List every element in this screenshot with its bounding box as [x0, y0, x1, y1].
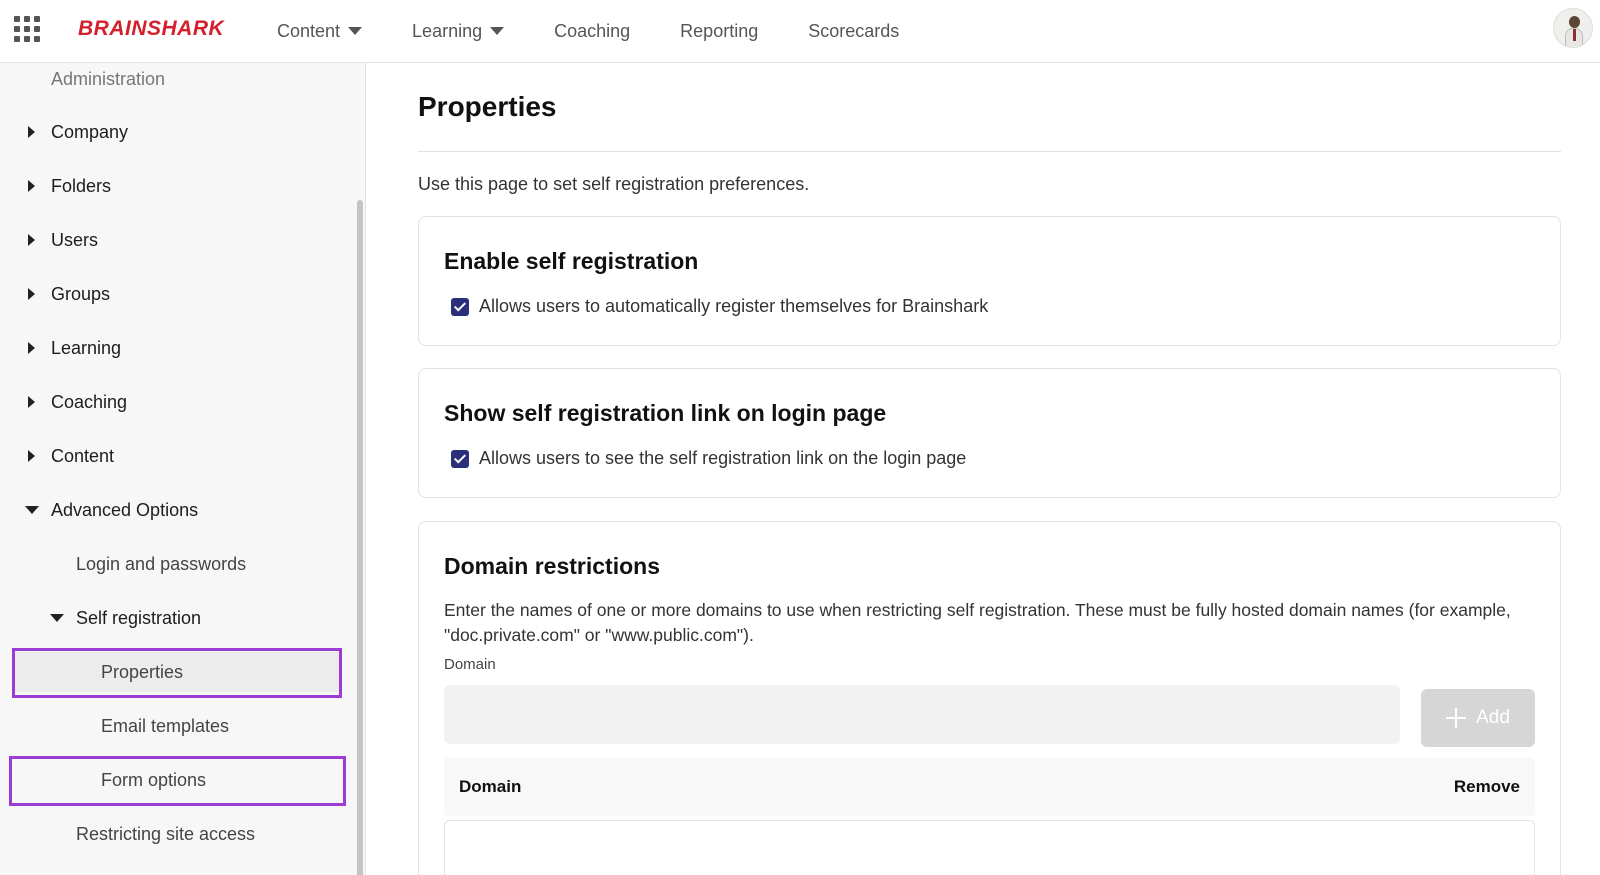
sidebar-item-label: Restricting site access — [76, 823, 256, 844]
sidebar-scrollbar[interactable] — [357, 200, 363, 875]
caret-right-icon — [28, 180, 35, 192]
page-title: Properties — [418, 91, 557, 122]
domain-restrictions-description: Enter the names of one or more domains t… — [444, 600, 1511, 645]
card-title: Show self registration link on login pag… — [444, 400, 887, 426]
top-navigation-bar: BRAINSHARK Content Learning Coaching Rep… — [0, 0, 1600, 63]
caret-right-icon — [28, 126, 35, 138]
card-title: Domain restrictions — [444, 553, 660, 579]
sidebar-item-restricting-site-access[interactable]: Restricting site access — [0, 814, 350, 854]
sidebar-item-label: Users — [51, 229, 99, 250]
sidebar-item-label: Email templates — [101, 715, 230, 736]
sidebar-item-label: Self registration — [76, 607, 202, 628]
user-avatar[interactable] — [1553, 8, 1593, 48]
sidebar-item-label: Learning — [51, 337, 122, 358]
sidebar-item-users[interactable]: Users — [0, 220, 350, 260]
nav-learning[interactable]: Learning — [412, 20, 505, 42]
enable-self-registration-card: Enable self registration Allows users to… — [418, 216, 1561, 346]
main-content: Properties Use this page to set self reg… — [367, 63, 1600, 875]
avatar-tie-shape — [1573, 29, 1576, 41]
column-header-domain: Domain — [459, 777, 522, 796]
page-description: Use this page to set self registration p… — [418, 174, 810, 194]
add-domain-button[interactable]: Add — [1421, 689, 1535, 747]
nav-coaching-label: Coaching — [554, 20, 631, 41]
caret-right-icon — [28, 342, 35, 354]
caret-right-icon — [28, 288, 35, 300]
chevron-down-icon — [348, 27, 363, 35]
sidebar-item-label: Coaching — [51, 391, 128, 412]
column-header-remove: Remove — [1453, 777, 1520, 796]
sidebar-item-properties[interactable]: Properties — [14, 652, 340, 692]
nav-learning-label: Learning — [412, 20, 483, 41]
sidebar-item-groups[interactable]: Groups — [0, 274, 350, 314]
enable-self-registration-checkbox[interactable]: Allows users to automatically register t… — [451, 296, 988, 317]
sidebar-item-login-passwords[interactable]: Login and passwords — [0, 544, 350, 584]
caret-down-icon — [50, 614, 64, 622]
show-registration-link-checkbox[interactable]: Allows users to see the self registratio… — [451, 448, 966, 469]
nav-scorecards[interactable]: Scorecards — [808, 21, 899, 42]
avatar-head-shape — [1569, 16, 1580, 28]
caret-right-icon — [28, 234, 35, 246]
nav-coaching[interactable]: Coaching — [554, 21, 630, 42]
caret-right-icon — [28, 450, 35, 462]
chevron-down-icon — [490, 27, 505, 35]
checkbox-checked-icon[interactable] — [451, 449, 469, 468]
domain-input[interactable] — [444, 685, 1400, 744]
domain-field-label: Domain — [444, 656, 496, 673]
sidebar-item-label: Folders — [51, 175, 112, 196]
caret-down-icon — [25, 506, 39, 514]
checkbox-label: Allows users to see the self registratio… — [479, 448, 967, 468]
show-registration-link-card: Show self registration link on login pag… — [418, 368, 1561, 498]
sidebar-item-company[interactable]: Company — [0, 112, 350, 152]
sidebar-item-email-templates[interactable]: Email templates — [0, 706, 350, 746]
sidebar-section-title: Administration — [51, 69, 166, 89]
checkbox-checked-icon[interactable] — [451, 297, 469, 316]
nav-scorecards-label: Scorecards — [808, 20, 900, 41]
add-button-label: Add — [1476, 707, 1510, 728]
main-nav: Content Learning Coaching Reporting Scor… — [277, 0, 949, 62]
domain-table-header: Domain Remove — [444, 758, 1535, 816]
sidebar-item-label: Company — [51, 121, 129, 142]
nav-content-label: Content — [277, 20, 341, 41]
title-divider — [418, 151, 1561, 152]
app-launcher-grid-icon[interactable] — [14, 16, 40, 42]
sidebar-item-label: Login and passwords — [76, 553, 247, 574]
card-title: Enable self registration — [444, 248, 699, 274]
sidebar-item-label: Properties — [101, 661, 184, 682]
sidebar-item-learning[interactable]: Learning — [0, 328, 350, 368]
sidebar-item-label: Advanced Options — [51, 499, 199, 520]
sidebar-item-label: Content — [51, 445, 115, 466]
nav-reporting-label: Reporting — [680, 20, 759, 41]
sidebar-item-form-options[interactable]: Form options — [0, 760, 350, 800]
plus-icon — [1446, 708, 1467, 728]
nav-content[interactable]: Content — [277, 20, 363, 42]
brainshark-logo[interactable]: BRAINSHARK — [78, 17, 224, 41]
sidebar-item-folders[interactable]: Folders — [0, 166, 350, 206]
nav-reporting[interactable]: Reporting — [680, 21, 758, 42]
caret-right-icon — [28, 396, 35, 408]
domain-table-body — [444, 820, 1535, 875]
sidebar-item-label: Form options — [101, 769, 207, 790]
checkbox-label: Allows users to automatically register t… — [479, 296, 989, 316]
sidebar-item-coaching[interactable]: Coaching — [0, 382, 350, 422]
sidebar-item-label: Groups — [51, 283, 111, 304]
domain-restrictions-card: Domain restrictions Enter the names of o… — [418, 521, 1561, 875]
sidebar-item-content[interactable]: Content — [0, 436, 350, 476]
admin-sidebar: Administration Company Folders Users Gro… — [0, 63, 366, 875]
sidebar-item-self-registration[interactable]: Self registration — [0, 598, 350, 638]
sidebar-item-advanced-options[interactable]: Advanced Options — [0, 490, 350, 530]
